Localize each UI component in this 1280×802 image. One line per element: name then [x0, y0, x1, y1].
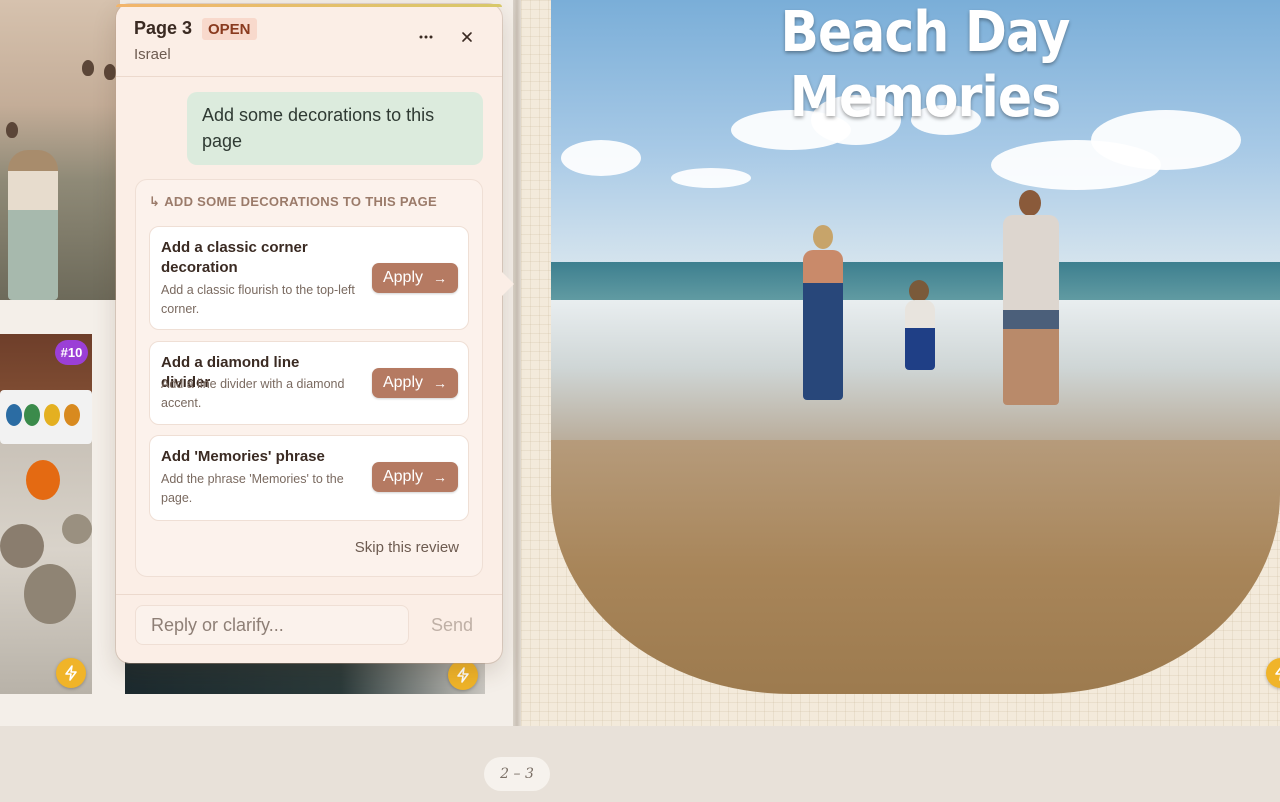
apply-label: Apply — [382, 269, 424, 286]
skip-review-link[interactable]: Skip this review — [355, 539, 459, 556]
review-panel: Page 3 OPEN Israel Add some decorations … — [116, 4, 514, 663]
panel-subtitle: Israel — [134, 46, 171, 63]
panel-accent-bar — [116, 4, 502, 7]
close-icon[interactable] — [454, 24, 480, 50]
photo-painting-rocks[interactable] — [0, 334, 92, 694]
panel-title: Page 3 — [134, 18, 193, 38]
photo-woman-balloons[interactable] — [0, 0, 120, 300]
apply-button[interactable]: Apply → — [372, 368, 458, 398]
suggestion-title: Add a classic corner decoration — [161, 239, 308, 276]
panel-pointer — [502, 272, 514, 296]
header-divider — [116, 76, 502, 77]
footer-divider — [116, 594, 502, 595]
lightning-icon[interactable] — [56, 658, 86, 688]
review-card: ↳ ADD SOME DECORATIONS TO THIS PAGE Add a… — [135, 179, 483, 577]
suggestion-card: Add a classic corner decoration Add a cl… — [149, 226, 469, 330]
apply-label: Apply — [382, 468, 424, 485]
suggestion-description: Add a line divider with a diamond accent… — [161, 377, 345, 410]
panel-header: Page 3 OPEN Israel — [134, 18, 484, 74]
page-indicator[interactable]: 2 – 3 — [484, 757, 550, 791]
suggestion-card: Add a diamond line divider Add a line di… — [149, 341, 469, 425]
review-heading: ↳ ADD SOME DECORATIONS TO THIS PAGE — [149, 194, 437, 210]
status-badge: OPEN — [202, 18, 257, 40]
more-icon[interactable] — [413, 24, 439, 50]
book-spine — [513, 0, 521, 726]
suggestion-title: Add 'Memories' phrase — [161, 448, 325, 465]
arrow-right-icon: → — [433, 375, 448, 391]
user-message-bubble: Add some decorations to this page — [187, 92, 483, 165]
apply-label: Apply — [382, 374, 424, 391]
photo-number-badge: #10 — [55, 340, 88, 365]
reply-arrow-icon: ↳ — [149, 194, 161, 209]
apply-button[interactable]: Apply → — [372, 263, 458, 293]
review-heading-text: ADD SOME DECORATIONS TO THIS PAGE — [164, 194, 438, 209]
apply-button[interactable]: Apply → — [372, 462, 458, 492]
send-button[interactable]: Send — [421, 605, 483, 645]
arrow-right-icon: → — [433, 270, 448, 286]
suggestion-description: Add the phrase 'Memories' to the page. — [161, 472, 344, 505]
suggestion-card: Add 'Memories' phrase Add the phrase 'Me… — [149, 435, 469, 521]
suggestion-description: Add a classic flourish to the top-left c… — [161, 283, 355, 316]
arrow-right-icon: → — [433, 469, 448, 485]
lightning-icon[interactable] — [448, 660, 478, 690]
reply-input[interactable] — [135, 605, 409, 645]
page-title[interactable]: Beach Day Memories — [669, 0, 1182, 130]
